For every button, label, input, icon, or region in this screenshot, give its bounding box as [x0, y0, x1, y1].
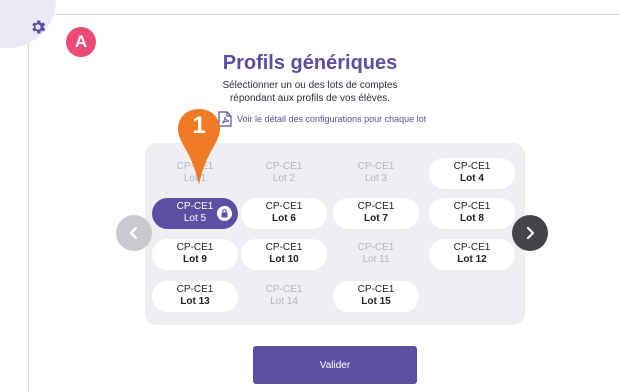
- lot-level: CP-CE1: [265, 242, 303, 253]
- page-title: Profils génériques: [222, 52, 398, 74]
- lot-level: CP-CE1: [265, 201, 303, 212]
- lot-name: Lot 12: [457, 254, 487, 265]
- lot-level: CP-CE1: [453, 201, 491, 212]
- subtitle-line-1: Sélectionner un ou des lots de comptes: [222, 80, 398, 91]
- lot-level: CP-CE1: [357, 161, 395, 172]
- lot-name: Lot 7: [364, 213, 388, 224]
- lot-card[interactable]: CP-CE1 Lot 4: [429, 158, 515, 189]
- lot-level: CP-CE1: [176, 242, 214, 253]
- lot-name: Lot 10: [269, 254, 299, 265]
- lot-name: Lot 15: [361, 296, 391, 307]
- lot-name: Lot 2: [272, 173, 296, 184]
- subtitle-line-2: répondant aux profils de vos élèves.: [229, 93, 391, 104]
- lot-card[interactable]: CP-CE1 Lot 13: [152, 281, 238, 312]
- lot-name: Lot 4: [460, 173, 484, 184]
- lot-card[interactable]: CP-CE1 Lot 8: [429, 198, 515, 229]
- lot-card: CP-CE1 Lot 2: [241, 158, 327, 189]
- lot-card[interactable]: CP-CE1 Lot 12: [429, 239, 515, 270]
- lot-card[interactable]: CP-CE1 Lot 6: [241, 198, 327, 229]
- lot-card: CP-CE1 Lot 11: [333, 239, 419, 270]
- lot-level: CP-CE1: [176, 284, 214, 295]
- lot-name: Lot 3: [364, 173, 388, 184]
- lot-name: Lot 6: [272, 213, 296, 224]
- lot-card: CP-CE1 Lot 14: [241, 281, 327, 312]
- lot-level: CP-CE1: [357, 242, 395, 253]
- validate-button[interactable]: Valider: [253, 346, 417, 384]
- lot-name: Lot 14: [270, 296, 298, 307]
- lot-card[interactable]: CP-CE1 Lot 10: [241, 239, 327, 270]
- lot-level: CP-CE1: [265, 161, 303, 172]
- lot-card[interactable]: CP-CE1 Lot 5: [152, 198, 238, 229]
- lot-level: CP-CE1: [453, 242, 491, 253]
- marker-number: 1: [192, 112, 206, 139]
- lock-icon: [217, 206, 232, 221]
- lot-card: CP-CE1 Lot 3: [333, 158, 419, 189]
- lot-level: CP-CE1: [357, 284, 395, 295]
- chevron-right-icon: [526, 226, 535, 240]
- detail-link-row[interactable]: Voir le détail des configurations pour c…: [218, 110, 426, 128]
- detail-link[interactable]: Voir le détail des configurations pour c…: [237, 114, 426, 124]
- lot-level: CP-CE1: [265, 284, 303, 295]
- lot-name: Lot 13: [180, 296, 210, 307]
- lot-level: CP-CE1: [453, 161, 491, 172]
- chevron-left-icon: [129, 226, 138, 240]
- prev-button[interactable]: [116, 215, 152, 251]
- lot-name: Lot 11: [362, 254, 390, 265]
- lot-card[interactable]: CP-CE1 Lot 7: [333, 198, 419, 229]
- lot-card[interactable]: CP-CE1 Lot 15: [333, 281, 419, 312]
- lot-name: Lot 8: [460, 213, 484, 224]
- lot-card[interactable]: CP-CE1 Lot 9: [152, 239, 238, 270]
- gear-icon[interactable]: [29, 18, 47, 36]
- lot-name: Lot 9: [183, 254, 207, 265]
- lot-level: CP-CE1: [357, 201, 395, 212]
- next-button[interactable]: [512, 215, 548, 251]
